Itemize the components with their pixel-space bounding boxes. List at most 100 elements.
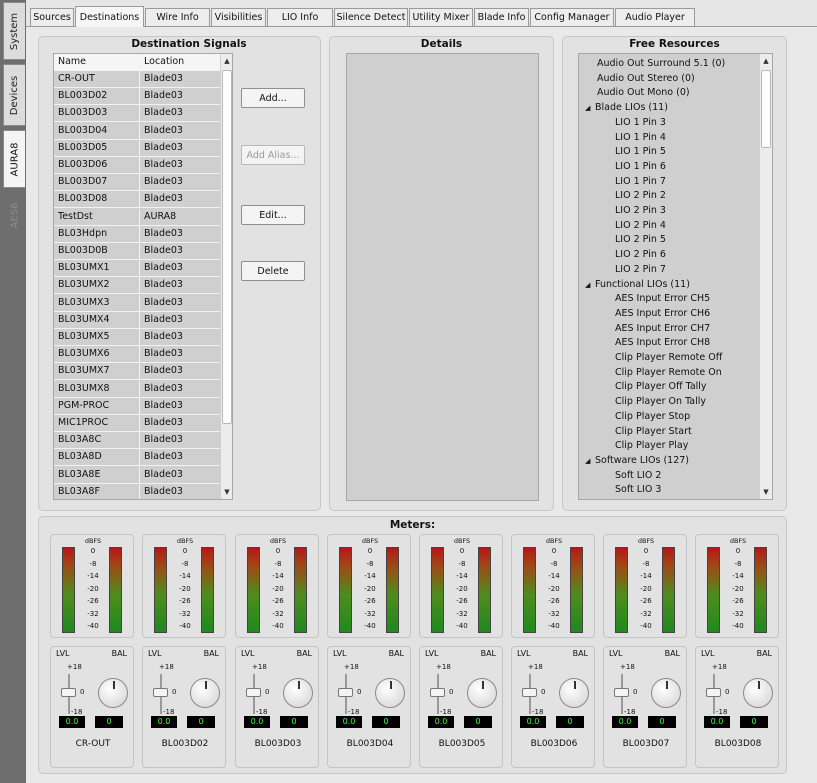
column-header-name[interactable]: Name [54,54,140,70]
tree-item[interactable]: LIO 1 Pin 5 [579,144,754,159]
level-readout[interactable]: 0.0 [704,716,730,728]
tree-item[interactable]: AES Input Error CH5 [579,291,754,306]
balance-readout[interactable]: 0 [187,716,215,728]
tree-item[interactable]: Clip Player On Tally [579,394,754,409]
vtab-system[interactable]: System [3,2,25,60]
balance-readout[interactable]: 0 [464,716,492,728]
vtab-devices[interactable]: Devices [3,64,25,126]
tab-wire-info[interactable]: Wire Info [145,8,210,26]
tab-utility-mixer[interactable]: Utility Mixer [409,8,473,26]
balance-knob-icon[interactable] [98,678,128,708]
level-readout[interactable]: 0.0 [428,716,454,728]
tree-item[interactable]: LIO 1 Pin 7 [579,174,754,189]
scroll-thumb[interactable] [761,70,771,148]
table-row[interactable]: BL03UMX4 Blade03 [54,311,222,329]
table-row[interactable]: BL03A8F Blade03 [54,483,222,499]
table-row[interactable]: BL03UMX8 Blade03 [54,380,222,398]
tree-item[interactable]: AES Input Error CH8 [579,335,754,350]
scroll-thumb[interactable] [222,70,232,424]
balance-knob-icon[interactable] [559,678,589,708]
table-row[interactable]: BL03UMX3 Blade03 [54,294,222,312]
scroll-down-icon[interactable]: ▼ [760,485,772,499]
tree-item[interactable]: Soft LIO 3 [579,482,754,497]
table-row[interactable]: BL03UMX1 Blade03 [54,260,222,278]
level-readout[interactable]: 0.0 [244,716,270,728]
scroll-up-icon[interactable]: ▲ [221,54,232,68]
balance-readout[interactable]: 0 [648,716,676,728]
level-readout[interactable]: 0.0 [336,716,362,728]
tab-blade-info[interactable]: Blade Info [474,8,529,26]
tree-item[interactable]: LIO 1 Pin 3 [579,115,754,130]
tab-config-manager[interactable]: Config Manager [530,8,614,26]
tree-item[interactable]: LIO 2 Pin 6 [579,247,754,262]
table-row[interactable]: BL003D04 Blade03 [54,122,222,140]
scroll-up-icon[interactable]: ▲ [760,54,772,68]
tab-lio-info[interactable]: LIO Info [267,8,333,26]
tree-item[interactable]: Soft LIO 2 [579,468,754,483]
delete-button[interactable]: Delete [241,261,305,281]
expand-arrow-icon[interactable]: ◢ [585,101,595,115]
tree-item[interactable]: Clip Player Stop [579,409,754,424]
tree-item[interactable]: Clip Player Play [579,438,754,453]
column-header-location[interactable]: Location [140,54,222,70]
table-row[interactable]: BL003D05 Blade03 [54,139,222,157]
tree-item[interactable]: AES Input Error CH7 [579,321,754,336]
table-row[interactable]: BL003D02 Blade03 [54,88,222,106]
table-row[interactable]: PGM-PROC Blade03 [54,397,222,415]
level-fader-handle[interactable] [614,688,629,697]
tab-destinations[interactable]: Destinations [75,6,144,27]
table-row[interactable]: BL003D07 Blade03 [54,174,222,192]
tree-item[interactable]: AES Input Error CH6 [579,306,754,321]
balance-readout[interactable]: 0 [372,716,400,728]
tree-item[interactable]: ◢ Blade LIOs (11) [579,100,754,115]
table-row[interactable]: TestDst AURA8 [54,208,222,226]
table-row[interactable]: BL03A8E Blade03 [54,466,222,484]
tree-item[interactable]: LIO 2 Pin 7 [579,262,754,277]
table-row[interactable]: MIC1PROC Blade03 [54,415,222,432]
level-fader-handle[interactable] [246,688,261,697]
tree-item[interactable]: Clip Player Remote On [579,365,754,380]
tab-audio-player[interactable]: Audio Player [615,8,695,26]
table-row[interactable]: BL003D08 Blade03 [54,191,222,209]
vtab-aura8[interactable]: AURA8 [3,130,25,188]
tree-item[interactable]: LIO 2 Pin 4 [579,218,754,233]
balance-readout[interactable]: 0 [740,716,768,728]
tree-item[interactable]: Audio Out Stereo (0) [579,71,754,86]
table-row[interactable]: CR-OUT Blade03 [54,71,222,88]
level-readout[interactable]: 0.0 [520,716,546,728]
expand-arrow-icon[interactable]: ◢ [585,278,595,292]
table-row[interactable]: BL03UMX5 Blade03 [54,329,222,346]
balance-knob-icon[interactable] [743,678,773,708]
tree-item[interactable]: LIO 2 Pin 3 [579,203,754,218]
tree-item[interactable]: LIO 1 Pin 4 [579,130,754,145]
balance-knob-icon[interactable] [375,678,405,708]
tree-item[interactable]: LIO 1 Pin 6 [579,159,754,174]
level-fader-handle[interactable] [522,688,537,697]
tree-item[interactable]: LIO 2 Pin 5 [579,232,754,247]
level-fader-handle[interactable] [338,688,353,697]
table-row[interactable]: BL03UMX6 Blade03 [54,346,222,364]
tree-item[interactable]: ◢ Functional LIOs (11) [579,277,754,292]
tab-sources[interactable]: Sources [30,8,74,26]
table-row[interactable]: BL03Hdpn Blade03 [54,225,222,243]
tree-item[interactable]: LIO 2 Pin 2 [579,188,754,203]
add-button[interactable]: Add... [241,88,305,108]
tree-item[interactable]: Clip Player Remote Off [579,350,754,365]
table-row[interactable]: BL003D03 Blade03 [54,105,222,123]
balance-knob-icon[interactable] [283,678,313,708]
tree-item[interactable]: ◢ Software LIOs (127) [579,453,754,468]
level-readout[interactable]: 0.0 [151,716,177,728]
table-row[interactable]: BL003D0B Blade03 [54,243,222,260]
expand-arrow-icon[interactable]: ◢ [585,454,595,468]
tree-item[interactable]: Audio Out Surround 5.1 (0) [579,56,754,71]
tab-silence-detect[interactable]: Silence Detect [334,8,408,26]
balance-readout[interactable]: 0 [280,716,308,728]
balance-knob-icon[interactable] [190,678,220,708]
level-fader-handle[interactable] [61,688,76,697]
level-fader-handle[interactable] [706,688,721,697]
balance-readout[interactable]: 0 [556,716,584,728]
level-fader-handle[interactable] [153,688,168,697]
level-readout[interactable]: 0.0 [59,716,85,728]
balance-readout[interactable]: 0 [95,716,123,728]
balance-knob-icon[interactable] [651,678,681,708]
